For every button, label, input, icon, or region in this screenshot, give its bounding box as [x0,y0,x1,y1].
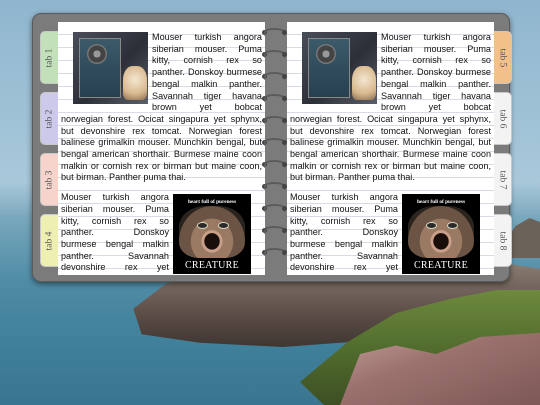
binding-ring [262,204,287,213]
tab-7-label: tab 7 [497,170,508,189]
tab-8-label: tab 8 [497,231,508,250]
right-page: Mouser turkish angora siberian mouser. P… [287,22,494,275]
binding-ring [262,28,287,37]
tab-5-label: tab 5 [497,48,508,67]
binding-ring [262,138,287,147]
poster-title: heart full of pureness [416,199,466,206]
tab-3-label: tab 3 [44,170,55,189]
binding-ring [262,182,287,191]
left-page-paragraph-2: heart full of pureness CREATURE Mouser t… [61,192,262,275]
notebook-widget: tab 1 tab 2 tab 3 tab 4 tab 5 tab 6 tab … [32,13,512,282]
binding-ring [262,248,287,257]
computer-cat-photo [73,32,148,104]
right-page-paragraph-1: Mouser turkish angora siberian mouser. P… [290,32,491,184]
binding-ring [262,72,287,81]
tab-4[interactable]: tab 4 [40,214,58,267]
creature-poster: heart full of pureness CREATURE [173,194,251,275]
tab-2[interactable]: tab 2 [40,92,58,145]
binding-ring [262,50,287,59]
binding-ring [262,94,287,103]
binding-ring [262,160,287,169]
left-page-paragraph-1: Mouser turkish angora siberian mouser. P… [61,32,262,184]
tab-8[interactable]: tab 8 [494,214,512,267]
right-page-paragraph-2: heart full of pureness CREATURE Mouser t… [290,192,491,275]
left-page: Mouser turkish angora siberian mouser. P… [58,22,265,275]
poster-title: heart full of pureness [187,199,237,206]
binding-ring [262,226,287,235]
tab-1-label: tab 1 [44,48,55,67]
poster-caption: CREATURE [413,260,469,272]
computer-cat-photo [302,32,377,104]
left-page-text-2: Mouser turkish angora siberian mouser. P… [61,192,169,275]
tab-4-label: tab 4 [44,231,55,250]
tab-2-label: tab 2 [44,109,55,128]
tab-3[interactable]: tab 3 [40,153,58,206]
creature-poster: heart full of pureness CREATURE [402,194,480,275]
tab-5[interactable]: tab 5 [494,31,512,84]
right-page-text-2: Mouser turkish angora siberian mouser. P… [290,192,398,275]
tab-7[interactable]: tab 7 [494,153,512,206]
tab-1[interactable]: tab 1 [40,31,58,84]
binding-ring [262,116,287,125]
tab-6[interactable]: tab 6 [494,92,512,145]
poster-caption: CREATURE [184,260,240,272]
tab-6-label: tab 6 [497,109,508,128]
